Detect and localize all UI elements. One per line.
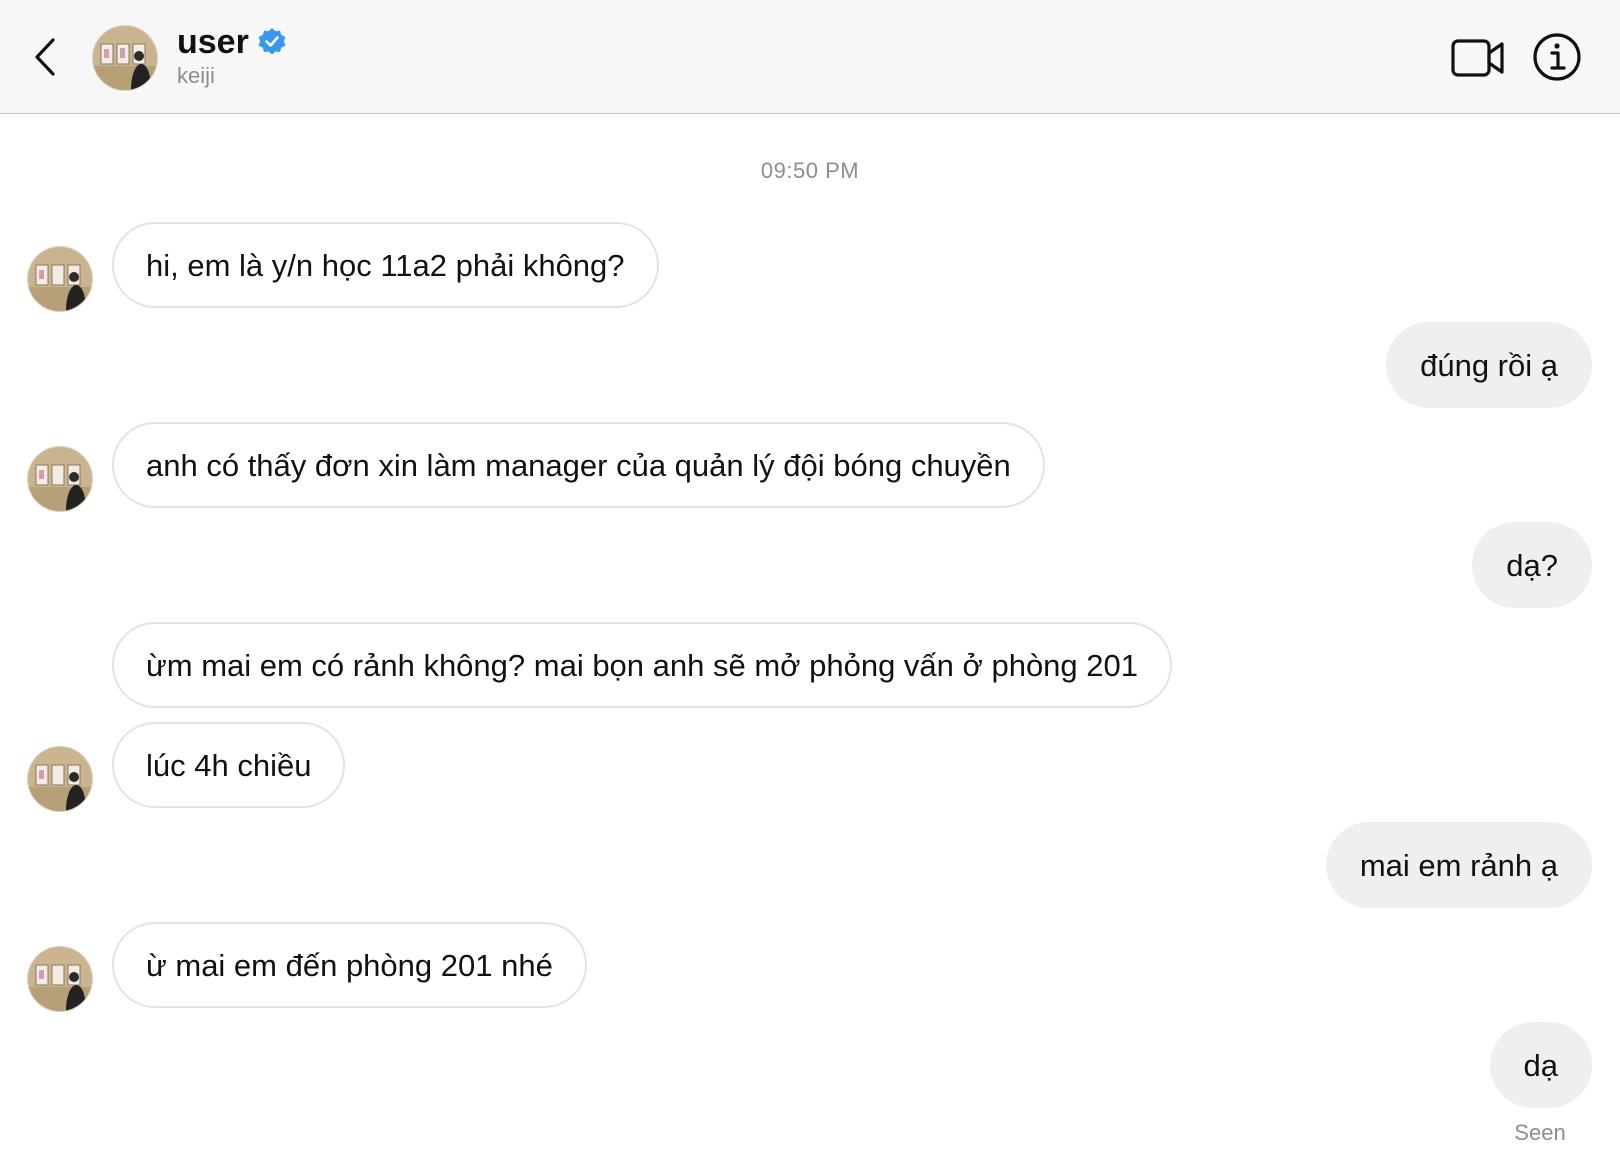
thread-timestamp: 09:50 PM (760, 158, 860, 183)
avatar-image (28, 947, 92, 1011)
avatar-image (28, 747, 92, 811)
video-call-icon (1451, 39, 1504, 77)
message-bubble-outgoing[interactable]: dạ (1489, 1022, 1592, 1108)
message-bubble-incoming[interactable]: anh có thấy đơn xin làm manager của quản… (112, 422, 1045, 508)
seen-indicator: Seen (1514, 1120, 1566, 1145)
avatar-image (28, 447, 92, 511)
back-button[interactable] (30, 35, 60, 79)
video-call-button[interactable] (1450, 36, 1506, 80)
message-bubble-incoming[interactable]: ừ mai em đến phòng 201 nhé (112, 922, 587, 1008)
message-bubble-incoming[interactable]: hi, em là y/n học 11a2 phải không? (112, 222, 659, 308)
header-handle: keiji (177, 63, 215, 88)
chat-header: user keiji (0, 0, 1620, 114)
message-bubble-incoming[interactable]: ừm mai em có rảnh không? mai bọn anh sẽ … (112, 622, 1172, 708)
message-bubble-outgoing[interactable]: dạ? (1472, 522, 1592, 608)
avatar[interactable] (92, 25, 158, 91)
dm-thread-screen: user keiji 09:50 PM hi, em là y/n học 11… (0, 0, 1620, 1162)
message-bubble-outgoing[interactable]: đúng rồi ạ (1386, 322, 1592, 408)
avatar-image (93, 26, 157, 90)
avatar[interactable] (27, 946, 93, 1012)
avatar[interactable] (27, 746, 93, 812)
avatar-image (28, 247, 92, 311)
chevron-left-icon (35, 38, 55, 76)
info-icon (1533, 33, 1581, 81)
username-text: user (177, 23, 249, 61)
avatar[interactable] (27, 446, 93, 512)
header-username[interactable]: user (177, 22, 287, 62)
info-button[interactable] (1532, 32, 1582, 82)
message-bubble-incoming[interactable]: lúc 4h chiều (112, 722, 346, 808)
message-bubble-outgoing[interactable]: mai em rảnh ạ (1325, 822, 1592, 908)
avatar[interactable] (27, 246, 93, 312)
verified-badge-icon (258, 28, 286, 55)
